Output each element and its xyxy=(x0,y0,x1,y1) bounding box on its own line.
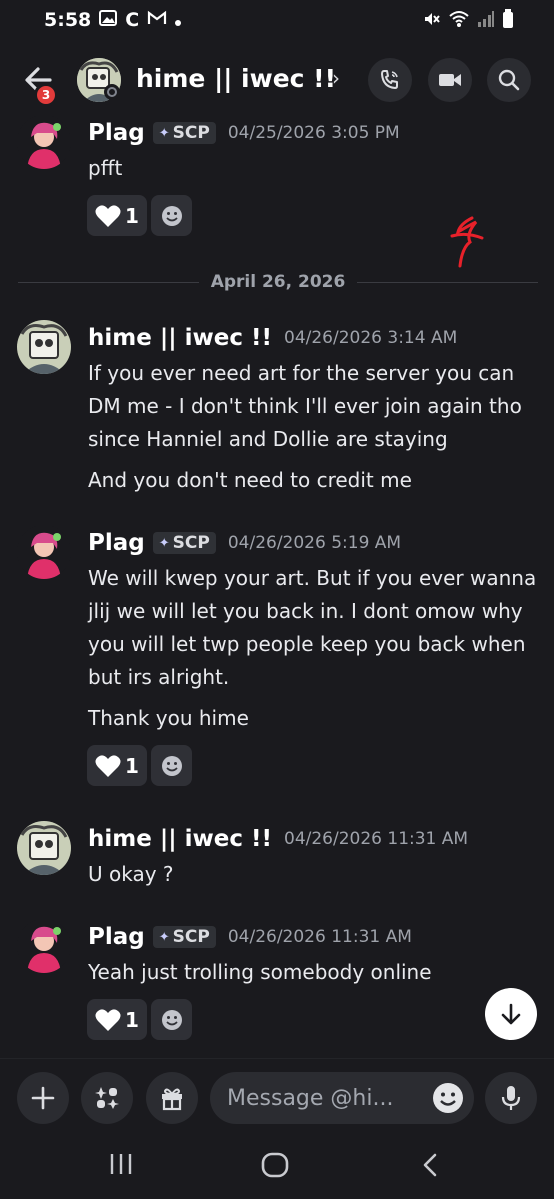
voice-message-button[interactable] xyxy=(485,1072,537,1124)
heart-icon xyxy=(95,754,121,777)
reactions: 1 xyxy=(87,999,192,1040)
mute-icon xyxy=(423,10,441,32)
smiley-icon xyxy=(433,1083,463,1113)
heart-reaction[interactable]: 1 xyxy=(87,195,147,236)
video-call-button[interactable] xyxy=(428,58,472,102)
gmail-icon xyxy=(147,9,167,31)
message-placeholder: Message @hi... xyxy=(227,1085,394,1111)
timestamp: 04/26/2026 5:19 AM xyxy=(227,533,402,553)
avatar[interactable] xyxy=(17,115,71,169)
heart-reaction[interactable]: 1 xyxy=(87,745,147,786)
sparkle-icon: ✦ xyxy=(158,535,170,551)
chat-header: hime || iwec !! › xyxy=(0,50,554,112)
divider-line xyxy=(18,281,199,283)
message-text: If you ever need art for the server you … xyxy=(88,361,522,451)
message-text: We will kwep your art. But if you ever w… xyxy=(88,566,537,689)
divider-line xyxy=(357,281,539,283)
red-scribble-annotation xyxy=(446,212,486,272)
emoji-picker-button[interactable] xyxy=(432,1082,464,1120)
wifi-icon xyxy=(448,10,470,32)
message-text: pfft xyxy=(88,156,123,180)
username[interactable]: Plag xyxy=(88,120,145,146)
username[interactable]: Plag xyxy=(88,530,145,556)
username[interactable]: Plag xyxy=(88,924,145,950)
avatar[interactable] xyxy=(17,525,71,579)
search-icon xyxy=(498,69,520,91)
date-label: April 26, 2026 xyxy=(210,272,346,292)
microphone-icon xyxy=(501,1086,521,1110)
unread-badge: 3 xyxy=(34,83,58,107)
apps-button[interactable] xyxy=(81,1072,133,1124)
reactions: 1 xyxy=(87,745,192,786)
gift-icon xyxy=(162,1088,182,1111)
battery-icon xyxy=(502,9,514,33)
smiley-icon xyxy=(161,755,182,776)
recents-icon xyxy=(110,1154,132,1174)
reaction-count: 1 xyxy=(125,753,139,778)
message-composer: Message @hi... xyxy=(0,1058,554,1136)
gallery-icon xyxy=(99,9,118,31)
timestamp: 04/26/2026 11:31 AM xyxy=(227,927,412,947)
phone-icon xyxy=(381,70,398,89)
offline-status-icon xyxy=(104,84,120,100)
message-text: Thank you hime xyxy=(88,706,249,730)
jump-to-latest-button[interactable] xyxy=(485,988,537,1040)
home-icon xyxy=(261,1152,289,1178)
home-button[interactable] xyxy=(261,1152,289,1182)
heart-icon xyxy=(95,204,121,227)
channel-title[interactable]: hime || iwec !! xyxy=(136,64,336,93)
message-text: U okay ? xyxy=(88,862,174,886)
sparkle-icon: ✦ xyxy=(158,929,170,945)
clock: 5:58 xyxy=(44,9,92,31)
gift-button[interactable] xyxy=(146,1072,198,1124)
search-button[interactable] xyxy=(487,58,531,102)
message-text: Yeah just trolling somebody online xyxy=(88,960,432,984)
date-divider: April 26, 2026 xyxy=(18,270,539,294)
add-attachment-button[interactable] xyxy=(17,1072,69,1124)
timestamp: 04/25/2026 3:05 PM xyxy=(227,123,400,143)
reaction-count: 1 xyxy=(125,1007,139,1032)
avatar[interactable] xyxy=(17,320,71,374)
server-tag[interactable]: ✦ SCP xyxy=(152,532,216,554)
avatar[interactable] xyxy=(17,919,71,973)
heart-icon xyxy=(95,1008,121,1031)
avatar[interactable] xyxy=(17,821,71,875)
back-nav-button[interactable] xyxy=(421,1152,439,1182)
reaction-count: 1 xyxy=(125,203,139,228)
server-tag[interactable]: ✦ SCP xyxy=(152,122,216,144)
recent-apps-button[interactable] xyxy=(108,1152,134,1180)
status-bar: 5:58 C xyxy=(0,0,554,42)
sparkle-icon: ✦ xyxy=(158,125,170,141)
smiley-icon xyxy=(161,205,182,226)
add-reaction-button[interactable] xyxy=(151,195,192,236)
add-reaction-button[interactable] xyxy=(151,745,192,786)
plus-icon xyxy=(31,1086,55,1110)
call-button[interactable] xyxy=(368,58,412,102)
signal-icon xyxy=(477,11,495,31)
chevron-left-icon xyxy=(423,1153,437,1177)
chevron-right-icon[interactable]: › xyxy=(332,66,340,90)
heart-reaction[interactable]: 1 xyxy=(87,999,147,1040)
reactions: 1 xyxy=(87,195,192,236)
username[interactable]: hime || iwec !! xyxy=(88,826,272,852)
username[interactable]: hime || iwec !! xyxy=(88,325,272,351)
system-nav-bar xyxy=(0,1136,554,1199)
message-text: And you don't need to credit me xyxy=(88,468,412,492)
dot-icon xyxy=(175,9,182,31)
server-tag[interactable]: ✦ SCP xyxy=(152,926,216,948)
arrow-down-icon xyxy=(501,1003,521,1025)
add-reaction-button[interactable] xyxy=(151,999,192,1040)
timestamp: 04/26/2026 11:31 AM xyxy=(284,829,469,849)
message-input[interactable]: Message @hi... xyxy=(210,1072,474,1124)
apps-icon xyxy=(95,1087,119,1109)
timestamp: 04/26/2026 3:14 AM xyxy=(284,328,458,348)
video-icon xyxy=(439,74,461,86)
c-app-icon: C xyxy=(125,9,140,31)
smiley-icon xyxy=(161,1009,182,1030)
